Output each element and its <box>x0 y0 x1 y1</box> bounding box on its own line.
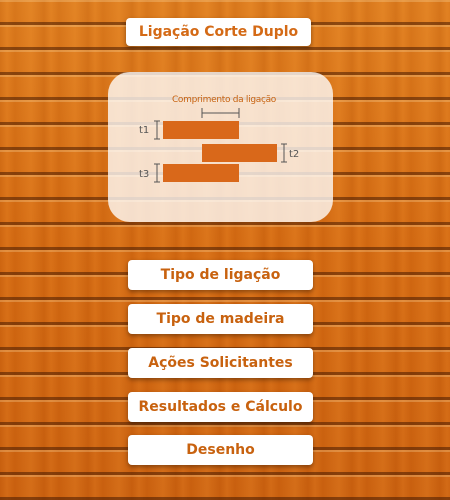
t2-label: t2 <box>289 149 299 160</box>
t1-label: t1 <box>139 125 149 136</box>
tipo-madeira-button[interactable]: Tipo de madeira <box>128 304 313 334</box>
member-t3 <box>163 164 239 182</box>
resultados-calculo-button[interactable]: Resultados e Cálculo <box>128 392 313 422</box>
length-label: Comprimento da ligação <box>172 95 277 105</box>
page-title: Ligação Corte Duplo <box>126 18 311 46</box>
member-t2 <box>202 144 277 162</box>
acoes-solicitantes-button[interactable]: Ações Solicitantes <box>128 348 313 378</box>
length-dimension <box>201 108 240 118</box>
desenho-button[interactable]: Desenho <box>128 435 313 465</box>
connection-diagram: Comprimento da ligação t1 t2 t3 <box>108 72 333 222</box>
t3-label: t3 <box>139 169 149 180</box>
member-t1 <box>163 121 239 139</box>
tipo-ligacao-button[interactable]: Tipo de ligação <box>128 260 313 290</box>
diagram-svg: Comprimento da ligação t1 t2 t3 <box>139 95 299 183</box>
